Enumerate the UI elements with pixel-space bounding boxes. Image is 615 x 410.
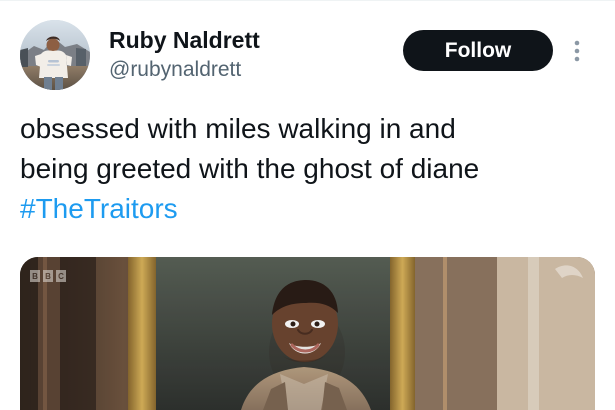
vertical-ellipsis-icon — [565, 36, 589, 66]
tweet-card: Ruby Naldrett @rubynaldrett Follow obses… — [0, 0, 615, 410]
svg-text:B: B — [32, 272, 38, 281]
author-display-name[interactable]: Ruby Naldrett — [109, 25, 260, 55]
tweet-text: obsessed with miles walking in and being… — [20, 109, 595, 229]
top-divider — [0, 0, 615, 1]
author-handle[interactable]: @rubynaldrett — [109, 56, 241, 84]
bbc-watermark-logo: B B C — [30, 269, 66, 283]
tweet-text-line-1: obsessed with miles walking in and — [20, 113, 456, 144]
follow-button[interactable]: Follow — [403, 30, 553, 71]
tweet-text-line-2: being greeted with the ghost of diane — [20, 153, 480, 184]
more-options-button[interactable] — [565, 36, 589, 66]
svg-text:C: C — [58, 272, 64, 281]
svg-text:B: B — [45, 272, 51, 281]
avatar[interactable] — [20, 20, 90, 90]
media-thumbnail[interactable]: B B C — [20, 257, 595, 410]
hashtag-link[interactable]: #TheTraitors — [20, 189, 595, 229]
